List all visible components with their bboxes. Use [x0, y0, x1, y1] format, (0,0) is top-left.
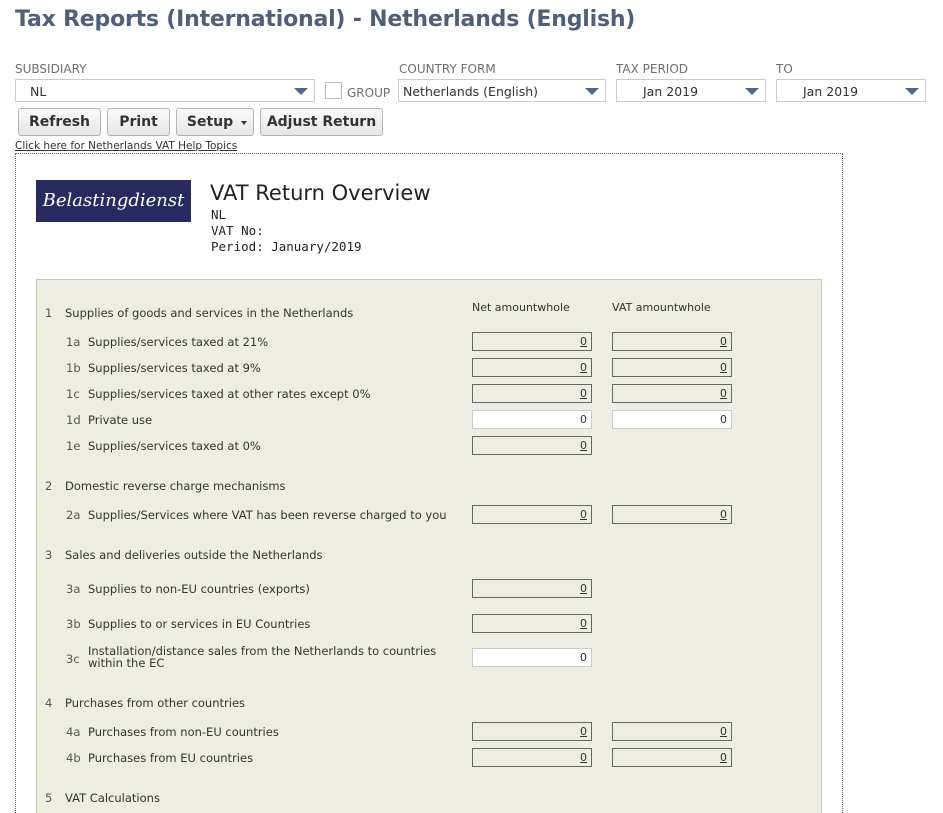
country-form-select[interactable]: Netherlands (English): [398, 79, 606, 102]
to-label: TO: [776, 62, 793, 76]
vat-amount-link[interactable]: 0: [612, 358, 732, 377]
subsidiary-value: NL: [30, 84, 47, 99]
net-amount-header: Net amountwhole: [472, 301, 570, 314]
net-amount-link[interactable]: 0: [472, 614, 592, 633]
section-number: 5: [45, 791, 53, 805]
line-label: Purchases from non-EU countries: [88, 725, 279, 739]
refresh-button[interactable]: Refresh: [18, 108, 101, 136]
net-amount-link[interactable]: 0: [472, 579, 592, 598]
line-label: Supplies to or services in EU Countries: [88, 617, 311, 631]
line-code: 2a: [66, 508, 81, 522]
section-number: 3: [45, 548, 53, 562]
line-code: 4b: [66, 751, 81, 765]
page-title: Tax Reports (International) - Netherland…: [15, 7, 636, 32]
line-code: 1b: [66, 361, 81, 375]
line-label: Installation/distance sales from the Net…: [88, 644, 437, 670]
group-checkbox[interactable]: [325, 82, 342, 99]
belastingdienst-logo: Belastingdienst: [36, 180, 191, 222]
line-label: Supplies/services taxed at 21%: [88, 335, 269, 349]
country-form-label: COUNTRY FORM: [399, 62, 496, 76]
chevron-down-icon: [294, 88, 308, 95]
line-label: Supplies/services taxed at other rates e…: [88, 387, 371, 401]
line-code: 3b: [66, 617, 81, 631]
vat-amount-link[interactable]: 0: [612, 505, 732, 524]
help-link[interactable]: Click here for Netherlands VAT Help Topi…: [15, 140, 237, 152]
report-frame: Belastingdienst VAT Return Overview NL V…: [15, 153, 843, 813]
chevron-down-icon: [745, 88, 759, 95]
group-label: GROUP: [347, 86, 391, 100]
net-amount-input[interactable]: 0: [472, 410, 592, 429]
net-amount-link[interactable]: 0: [472, 748, 592, 767]
net-amount-link[interactable]: 0: [472, 505, 592, 524]
net-amount-link[interactable]: 0: [472, 722, 592, 741]
adjust-return-button[interactable]: Adjust Return: [260, 108, 383, 136]
line-label: Private use: [88, 413, 153, 427]
line-code: 3a: [66, 582, 81, 596]
chevron-down-icon: [585, 88, 599, 95]
line-label: Supplies to non-EU countries (exports): [88, 582, 310, 596]
section-title: VAT Calculations: [65, 791, 160, 805]
section-title: Domestic reverse charge mechanisms: [65, 479, 286, 493]
line-code: 1a: [66, 335, 81, 349]
line-label: Purchases from EU countries: [88, 751, 254, 765]
caret-down-icon[interactable]: [241, 121, 247, 125]
net-amount-link[interactable]: 0: [472, 358, 592, 377]
section-number: 4: [45, 696, 53, 710]
tax-period-value: Jan 2019: [643, 84, 699, 99]
entity-name: NL: [211, 207, 227, 222]
net-amount-link[interactable]: 0: [472, 436, 592, 455]
line-code: 3c: [66, 652, 80, 666]
line-code: 4a: [66, 725, 81, 739]
net-amount-input[interactable]: 0: [472, 648, 592, 667]
vat-amount-link[interactable]: 0: [612, 748, 732, 767]
chevron-down-icon: [905, 88, 919, 95]
to-select[interactable]: Jan 2019: [776, 79, 926, 102]
vat-amount-link[interactable]: 0: [612, 332, 732, 351]
section-title: Purchases from other countries: [65, 696, 246, 710]
subsidiary-select[interactable]: NL: [15, 79, 315, 102]
setup-button[interactable]: Setup: [176, 108, 254, 136]
line-label: Supplies/services taxed at 9%: [88, 361, 261, 375]
vat-amount-link[interactable]: 0: [612, 722, 732, 741]
section-title: Sales and deliveries outside the Netherl…: [65, 548, 323, 562]
vat-number: VAT No:: [211, 223, 264, 238]
line-code: 1c: [66, 387, 80, 401]
print-button[interactable]: Print: [107, 108, 170, 136]
vat-amount-header: VAT amountwhole: [612, 301, 711, 314]
tax-period-label: TAX PERIOD: [616, 62, 689, 76]
vat-amount-input[interactable]: 0: [612, 410, 732, 429]
line-label: Supplies/services taxed at 0%: [88, 439, 261, 453]
line-code: 1d: [66, 413, 81, 427]
line-code: 1e: [66, 439, 81, 453]
line-label: Supplies/Services where VAT has been rev…: [88, 508, 447, 522]
section-number: 2: [45, 479, 53, 493]
country-form-value: Netherlands (English): [403, 84, 539, 99]
vat-amount-link[interactable]: 0: [612, 384, 732, 403]
vat-return-panel: Net amountwhole VAT amountwhole 1 Suppli…: [36, 279, 822, 813]
subsidiary-label: SUBSIDIARY: [15, 62, 87, 76]
setup-label: Setup: [186, 114, 234, 130]
net-amount-link[interactable]: 0: [472, 332, 592, 351]
section-number: 1: [45, 306, 53, 320]
to-value: Jan 2019: [803, 84, 859, 99]
net-amount-link[interactable]: 0: [472, 384, 592, 403]
report-heading: VAT Return Overview: [210, 181, 431, 205]
section-title: Supplies of goods and services in the Ne…: [65, 306, 354, 320]
tax-period-select[interactable]: Jan 2019: [616, 79, 766, 102]
report-period: Period: January/2019: [211, 239, 362, 254]
